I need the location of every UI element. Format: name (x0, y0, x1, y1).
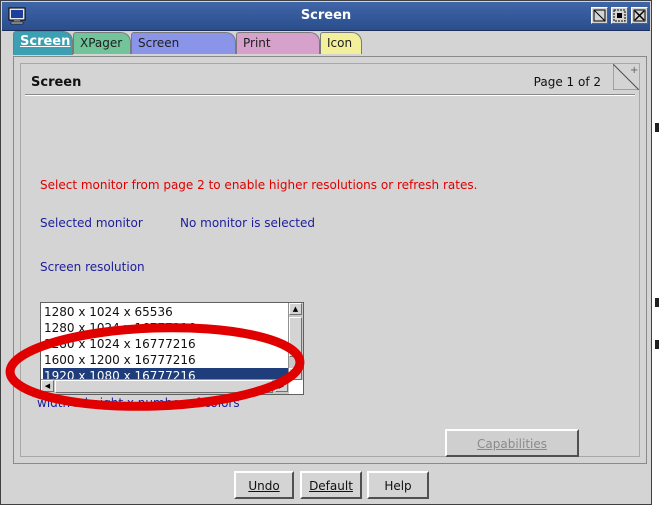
screen-page: Screen Page 1 of 2 + Select monitor from… (20, 63, 640, 457)
window-title: Screen (300, 8, 352, 23)
screen-window: Screen Screen XPager Screen Borders Prin… (0, 0, 652, 505)
help-button[interactable]: Help (367, 471, 429, 499)
restore-icon[interactable] (611, 7, 628, 24)
tab-icon[interactable]: Icon (320, 32, 362, 54)
page-title: Screen (31, 75, 82, 90)
titlebar[interactable]: Screen (2, 2, 650, 31)
scroll-up-icon[interactable]: ▲ (289, 303, 302, 315)
default-button[interactable]: Default (300, 471, 362, 499)
list-item[interactable]: 1600 x 1200 x 16777216 (43, 352, 288, 368)
page-indicator: Page 1 of 2 (533, 75, 601, 89)
background-mark (655, 298, 659, 307)
selected-monitor-value: No monitor is selected (180, 216, 315, 230)
vertical-scroll-thumb[interactable] (289, 317, 302, 357)
vertical-scrollbar[interactable]: ▲ ▼ (288, 303, 303, 380)
horizontal-scroll-thumb[interactable] (55, 380, 273, 393)
scroll-down-icon[interactable]: ▼ (289, 368, 302, 380)
page-turn-icon[interactable]: + (612, 63, 640, 93)
resolution-list[interactable]: 1280 x 1024 x 65536 1280 x 1024 x 167772… (40, 302, 304, 395)
undo-button[interactable]: Undo (234, 471, 294, 499)
close-icon[interactable] (631, 7, 648, 24)
list-item[interactable]: 1280 x 1024 x 16777216 (43, 336, 288, 352)
monitor-warning: Select monitor from page 2 to enable hig… (40, 178, 478, 192)
scroll-right-icon[interactable]: ▶ (275, 380, 288, 392)
background-mark (655, 123, 659, 132)
horizontal-scrollbar[interactable]: ◀ ▶ (41, 379, 289, 394)
svg-text:+: + (630, 65, 638, 76)
scroll-left-icon[interactable]: ◀ (41, 380, 54, 392)
screen-resolution-label: Screen resolution (40, 260, 145, 274)
selected-monitor-label: Selected monitor (40, 216, 143, 230)
background-window-edge (652, 0, 659, 507)
tab-xpager[interactable]: XPager (73, 32, 131, 54)
resolution-hint: width x height x number of colors (37, 396, 240, 410)
list-item[interactable]: 1280 x 1024 x 16777216 (43, 320, 288, 336)
header-divider (25, 94, 635, 96)
tab-print-screen[interactable]: Print Screen (236, 32, 320, 70)
tab-screen[interactable]: Screen (13, 31, 73, 55)
capabilities-button[interactable]: Capabilities (445, 429, 579, 457)
list-item[interactable]: 1280 x 1024 x 65536 (43, 304, 288, 320)
tab-panel: Screen Page 1 of 2 + Select monitor from… (13, 56, 647, 464)
background-mark (655, 340, 659, 349)
maximize-icon[interactable] (591, 7, 608, 24)
tab-screen-borders[interactable]: Screen Borders (131, 32, 236, 70)
